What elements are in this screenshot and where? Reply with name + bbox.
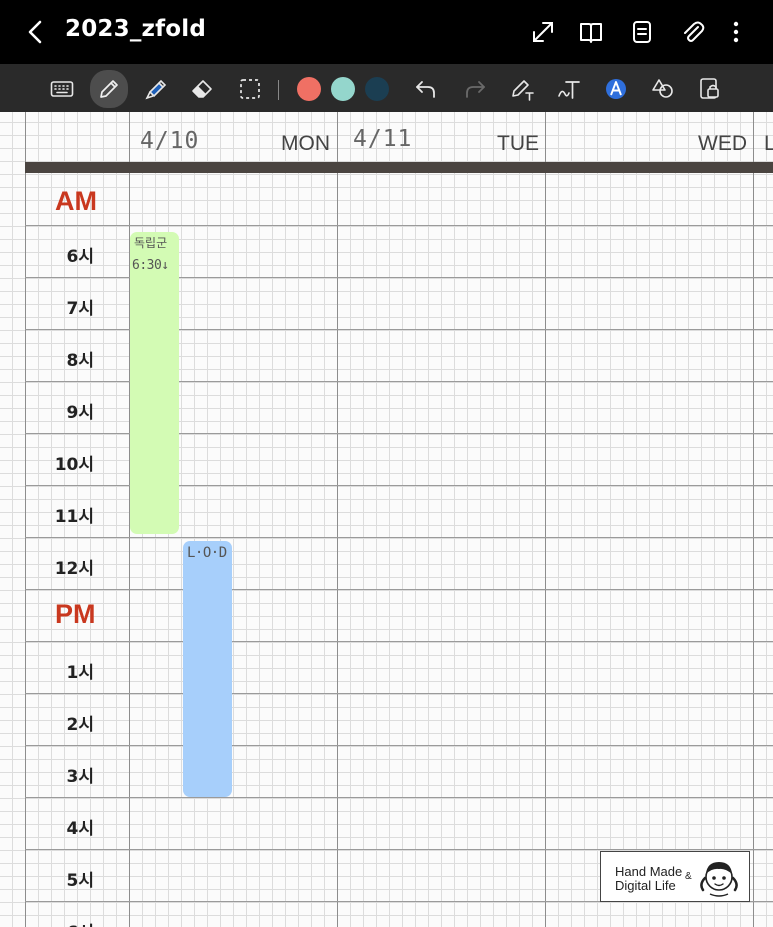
pen-toolbar (0, 64, 773, 112)
day-name-fragment: L (764, 132, 773, 155)
girl-illustration-icon (700, 862, 738, 897)
day-name-2: TUE (497, 132, 539, 155)
keyboard-tool[interactable] (45, 72, 79, 106)
more-options-icon[interactable] (722, 18, 750, 46)
pen-to-text-icon (512, 80, 534, 101)
hour-label: 2시 (66, 715, 94, 735)
book-view-icon[interactable] (577, 18, 605, 46)
brand-stamp: Hand Made Digital Life & (600, 851, 750, 902)
toolbar-separator (278, 80, 279, 100)
note-title: 2023_zfold (65, 16, 207, 42)
event-note: 독립군 (134, 236, 168, 250)
attach-icon[interactable] (678, 18, 706, 46)
text-style-tool[interactable] (599, 72, 633, 106)
hour-label: 8시 (66, 351, 94, 371)
event-note: L·O·D (187, 545, 227, 561)
day-date-2: 4/11 (353, 126, 413, 152)
shape-icon (652, 79, 673, 98)
hour-label: 3시 (66, 767, 94, 787)
hour-label: 9시 (66, 403, 94, 423)
header-divider-band (25, 162, 773, 173)
grid-line (753, 112, 754, 927)
grid-line (337, 112, 338, 927)
lasso-select-icon (240, 79, 260, 99)
hour-label: 1시 (66, 663, 94, 683)
undo-icon (416, 81, 435, 98)
hour-label: 10시 (54, 455, 94, 475)
hour-label: 12시 (54, 559, 94, 579)
event-note: 6:30↓ (132, 258, 169, 273)
redo-icon (466, 81, 485, 98)
hour-label: 6시 (0, 918, 94, 927)
day-date-1: 4/10 (140, 128, 200, 154)
highlighter-tool[interactable] (139, 72, 173, 106)
lasso-select-tool[interactable] (233, 72, 267, 106)
hour-label: 11시 (54, 507, 94, 527)
am-label: AM (55, 186, 97, 216)
back-arrow-icon[interactable] (24, 18, 48, 46)
hour-label: 6시 (66, 247, 94, 267)
eraser-icon (192, 80, 212, 98)
keyboard-icon (50, 81, 74, 97)
planner-page[interactable]: 4/10 MON 4/11 TUE WED L AM PM 6시 7시 8시 9… (0, 112, 773, 927)
brand-line: Digital Life (615, 878, 676, 893)
pen-color-navy[interactable] (365, 77, 389, 101)
pen-tool[interactable] (90, 70, 128, 108)
pen-color-mint[interactable] (331, 77, 355, 101)
event-block-blue[interactable]: L·O·D (183, 541, 232, 797)
event-block-green[interactable]: 독립군 6:30↓ (130, 232, 179, 534)
day-name-1: MON (281, 132, 330, 155)
day-name-3: WED (698, 132, 747, 155)
grid-line (545, 112, 546, 927)
highlighter-icon (145, 79, 167, 100)
brand-amp: & (685, 871, 692, 882)
text-tool-icon (558, 81, 580, 99)
undo-button[interactable] (409, 72, 443, 106)
shape-tool[interactable] (646, 72, 680, 106)
brand-line: Hand Made (615, 864, 683, 879)
lock-icon (700, 78, 719, 99)
page-list-icon[interactable] (628, 18, 656, 46)
pen-icon (100, 80, 118, 98)
hour-label: 4시 (66, 819, 94, 839)
pen-to-text-tool[interactable] (505, 72, 539, 106)
redo-button[interactable] (458, 72, 492, 106)
pen-color-coral[interactable] (297, 77, 321, 101)
pm-label: PM (55, 599, 96, 629)
lock-tool[interactable] (693, 72, 727, 106)
text-tool[interactable] (552, 72, 586, 106)
top-bar: 2023_zfold (0, 0, 773, 64)
hour-label: 7시 (66, 299, 94, 319)
expand-icon[interactable] (529, 18, 557, 46)
text-style-icon (606, 79, 626, 99)
eraser-tool[interactable] (185, 72, 219, 106)
hour-label: 5시 (66, 871, 94, 891)
